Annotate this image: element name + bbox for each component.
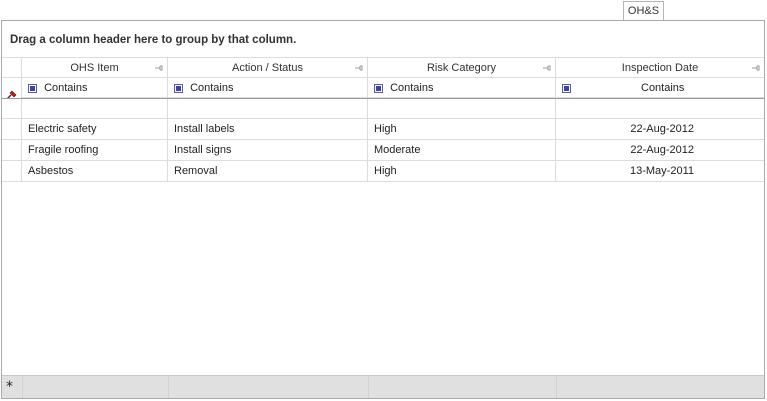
- cell-risk-category[interactable]: Moderate: [368, 140, 556, 161]
- new-row-cell[interactable]: [168, 376, 369, 398]
- filter-operator-label: Contains: [641, 82, 685, 94]
- filter-operator-ohs-item[interactable]: Contains: [22, 78, 168, 98]
- group-by-panel[interactable]: Drag a column header here to group by th…: [2, 21, 764, 57]
- filter-operator-icon: [374, 83, 383, 93]
- asterisk-icon: *: [6, 379, 13, 395]
- tab-ohs[interactable]: OH&S: [623, 1, 664, 20]
- pin-column-icon[interactable]: [543, 65, 551, 71]
- new-row-cell[interactable]: [368, 376, 557, 398]
- cell-inspection-date[interactable]: 22-Aug-2012: [556, 140, 764, 161]
- cell-action-status[interactable]: Removal: [168, 161, 368, 182]
- filter-input-action-status[interactable]: [168, 99, 368, 119]
- filter-operator-label: Contains: [44, 82, 88, 94]
- new-row-cell[interactable]: [22, 376, 169, 398]
- filter-row-indicator: [2, 78, 22, 98]
- column-header-label: Inspection Date: [621, 62, 699, 74]
- row-indicator[interactable]: [2, 119, 22, 140]
- filter-input-inspection-date[interactable]: [556, 99, 764, 119]
- cell-ohs-item[interactable]: Asbestos: [22, 161, 168, 182]
- row-indicator[interactable]: [2, 140, 22, 161]
- new-row-footer[interactable]: *: [2, 375, 764, 398]
- cell-action-status[interactable]: Install signs: [168, 140, 368, 161]
- tab-bar: OH&S: [0, 0, 767, 21]
- cell-inspection-date[interactable]: 13-May-2011: [556, 161, 764, 182]
- column-header-risk-category[interactable]: Risk Category: [368, 57, 556, 78]
- new-row-indicator[interactable]: *: [2, 376, 23, 398]
- filter-value-row: [2, 98, 764, 119]
- cell-risk-category[interactable]: High: [368, 161, 556, 182]
- filter-input-ohs-item[interactable]: [22, 99, 168, 119]
- filter-operator-label: Contains: [390, 82, 434, 94]
- column-header-action-status[interactable]: Action / Status: [168, 57, 368, 78]
- filter-input-risk-category[interactable]: [368, 99, 556, 119]
- filter-operator-inspection-date[interactable]: Contains: [556, 78, 764, 98]
- cell-action-status[interactable]: Install labels: [168, 119, 368, 140]
- filter-operator-icon: [562, 83, 571, 93]
- table-row[interactable]: Fragile roofing Install signs Moderate 2…: [2, 140, 764, 161]
- pin-icon: [7, 90, 17, 98]
- filter-operator-icon: [28, 83, 37, 93]
- header-row: OHS Item Action / Status Risk Category I…: [2, 57, 764, 78]
- filter-row-indicator-blank: [2, 99, 22, 119]
- row-indicator[interactable]: [2, 161, 22, 182]
- grid-frame: Drag a column header here to group by th…: [1, 20, 765, 399]
- row-indicator-header: [2, 57, 22, 78]
- pin-column-icon[interactable]: [155, 65, 163, 71]
- filter-operator-action-status[interactable]: Contains: [168, 78, 368, 98]
- filter-operator-label: Contains: [190, 82, 234, 94]
- filter-operator-row: Contains Contains Contains Contains: [2, 78, 764, 98]
- table-row[interactable]: Asbestos Removal High 13-May-2011: [2, 161, 764, 182]
- pin-column-icon[interactable]: [752, 65, 760, 71]
- new-row-cell[interactable]: [556, 376, 764, 398]
- filter-operator-risk-category[interactable]: Contains: [368, 78, 556, 98]
- column-header-label: OHS Item: [70, 62, 119, 74]
- cell-risk-category[interactable]: High: [368, 119, 556, 140]
- column-header-inspection-date[interactable]: Inspection Date: [556, 57, 764, 78]
- group-by-hint: Drag a column header here to group by th…: [10, 34, 297, 46]
- cell-ohs-item[interactable]: Electric safety: [22, 119, 168, 140]
- table-row[interactable]: Electric safety Install labels High 22-A…: [2, 119, 764, 140]
- column-header-label: Action / Status: [232, 62, 303, 74]
- filter-operator-icon: [174, 83, 183, 93]
- cell-inspection-date[interactable]: 22-Aug-2012: [556, 119, 764, 140]
- cell-ohs-item[interactable]: Fragile roofing: [22, 140, 168, 161]
- pin-column-icon[interactable]: [355, 65, 363, 71]
- column-header-ohs-item[interactable]: OHS Item: [22, 57, 168, 78]
- column-header-label: Risk Category: [426, 62, 497, 74]
